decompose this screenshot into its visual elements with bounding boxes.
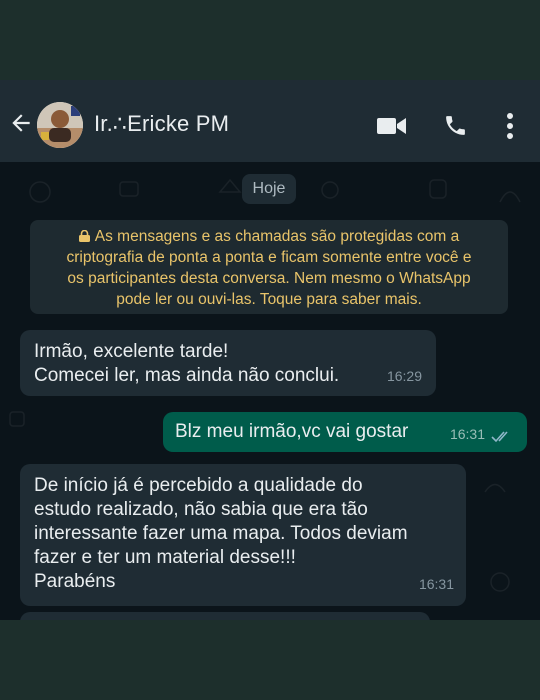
lock-icon xyxy=(78,230,90,242)
message-text: De início já é percebido a qualidade do xyxy=(34,475,363,496)
message-text: Parabéns xyxy=(34,571,116,592)
message-time: 16:31 xyxy=(418,576,454,592)
message-text: Comecei ler, mas ainda não conclui. xyxy=(34,365,340,386)
message-bubble-incoming[interactable]: Irmão, excelente tarde! Comecei ler, mas… xyxy=(20,330,436,396)
encryption-notice-line: As mensagens e as chamadas são protegida… xyxy=(94,228,460,245)
message-text: interessante fazer uma mapa. Todos devia… xyxy=(34,523,408,544)
more-options-icon[interactable] xyxy=(502,112,518,140)
message-text: estudo realizado, não sabia que era tão xyxy=(34,499,368,520)
encryption-notice-line: criptografia de ponta a ponta e ficam so… xyxy=(66,249,472,266)
message-time: 16:29 xyxy=(386,368,422,384)
encryption-notice-line: pode ler ou ouvi-las. Toque para saber m… xyxy=(116,291,422,308)
chat-area[interactable]: Hoje As mensagens e as chamadas são prot… xyxy=(0,162,540,620)
message-bubble-incoming[interactable]: De início já é percebido a qualidade do … xyxy=(20,464,466,606)
chat-header: Ir.∴Ericke PM xyxy=(0,80,540,162)
message-text: fazer e ter um material desse!!! xyxy=(34,547,296,568)
date-chip: Hoje xyxy=(242,174,296,204)
back-arrow-icon[interactable] xyxy=(8,110,34,136)
double-check-icon xyxy=(491,431,508,443)
avatar[interactable] xyxy=(37,102,83,148)
phone-icon[interactable] xyxy=(443,113,468,138)
whatsapp-screen: Ir.∴Ericke PM Hoje As mensagens e as cha… xyxy=(0,80,540,620)
video-call-icon[interactable] xyxy=(377,116,407,136)
message-bubble-partial[interactable] xyxy=(20,612,430,620)
contact-name[interactable]: Ir.∴Ericke PM xyxy=(94,111,229,137)
message-time: 16:31 xyxy=(449,426,485,442)
encryption-notice-line: os participantes desta conversa. Nem mes… xyxy=(67,270,471,287)
message-text: Irmão, excelente tarde! xyxy=(34,341,229,362)
encryption-notice[interactable]: As mensagens e as chamadas são protegida… xyxy=(30,220,508,314)
message-bubble-outgoing[interactable]: Blz meu irmão,vc vai gostar 16:31 xyxy=(163,412,527,452)
